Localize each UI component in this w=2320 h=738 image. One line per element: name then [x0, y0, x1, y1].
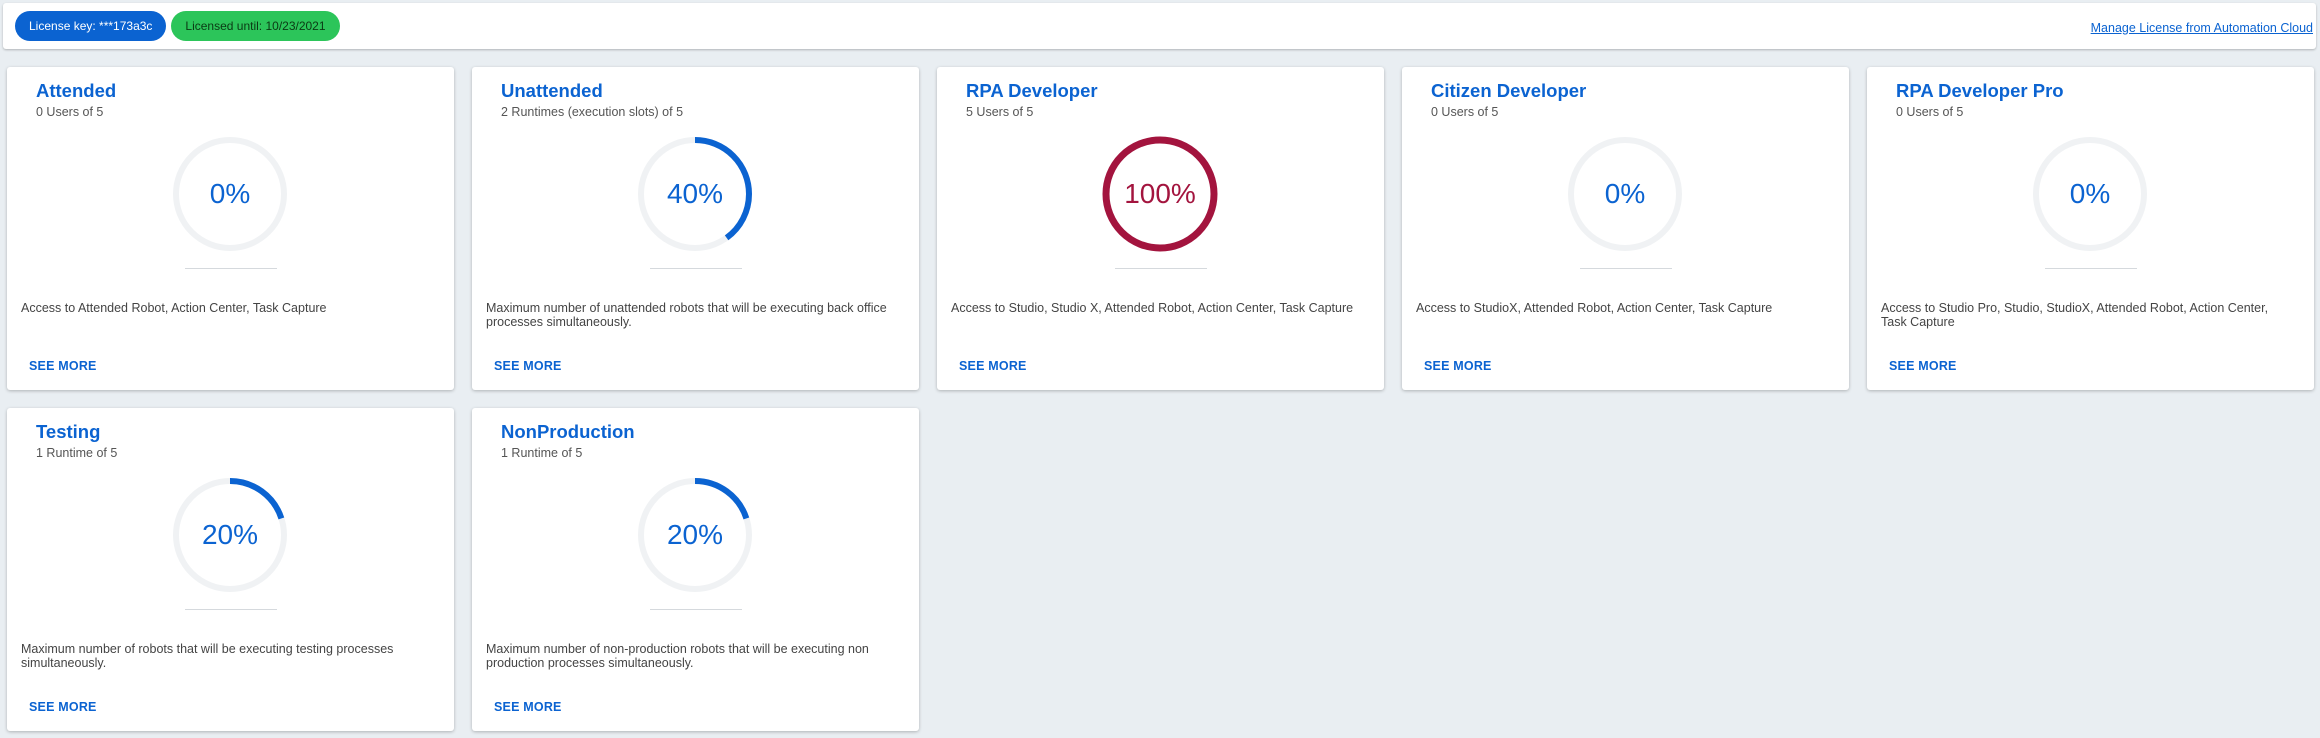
- usage-percent: 20%: [666, 519, 724, 550]
- card-title: NonProduction: [501, 421, 635, 442]
- divider: [650, 609, 742, 610]
- license-card-nonproduction: NonProduction 1 Runtime of 5 20% Maximum nu…: [472, 408, 919, 731]
- card-usage-count: 0 Users of 5: [1896, 105, 1964, 119]
- usage-percent: 100%: [1124, 178, 1196, 209]
- see-more-link[interactable]: SEE MORE: [959, 359, 1027, 373]
- card-title: Unattended: [501, 80, 603, 101]
- see-more-link[interactable]: SEE MORE: [494, 700, 562, 714]
- divider: [1580, 268, 1672, 269]
- license-card-testing: Testing 1 Runtime of 5 20% Maximum number o…: [7, 408, 454, 731]
- card-usage-count: 0 Users of 5: [36, 105, 104, 119]
- see-more-link[interactable]: SEE MORE: [1889, 359, 1957, 373]
- card-usage-count: 2 Runtimes (execution slots) of 5: [501, 105, 684, 119]
- card-description: Access to Studio, Studio X, Attended Rob…: [951, 301, 1354, 315]
- usage-gauge: 0%: [2030, 134, 2150, 254]
- licensed-until-badge: Licensed until: 10/23/2021: [171, 11, 340, 41]
- card-title: RPA Developer: [966, 80, 1098, 101]
- card-usage-count: 0 Users of 5: [1431, 105, 1499, 119]
- card-title: Attended: [36, 80, 117, 101]
- see-more-link[interactable]: SEE MORE: [494, 359, 562, 373]
- card-description: Maximum number of robots that will be ex…: [21, 642, 394, 670]
- card-title: Citizen Developer: [1431, 80, 1587, 101]
- usage-percent: 0%: [2069, 178, 2111, 209]
- usage-gauge: 40%: [635, 134, 755, 254]
- divider: [1115, 268, 1207, 269]
- usage-percent: 40%: [666, 178, 724, 209]
- card-title: RPA Developer Pro: [1896, 80, 2064, 101]
- license-card-unattended: Unattended 2 Runtimes (execution slots) o…: [472, 67, 919, 390]
- card-usage-count: 1 Runtime of 5: [501, 446, 583, 460]
- divider: [650, 268, 742, 269]
- divider: [2045, 268, 2137, 269]
- usage-gauge: 20%: [170, 475, 290, 595]
- license-card-rpa-developer: RPA Developer 5 Users of 5 100% Access to S…: [937, 67, 1384, 390]
- license-header: License key: ***173a3c Licensed until: 1…: [3, 3, 2316, 49]
- see-more-link[interactable]: SEE MORE: [29, 359, 97, 373]
- license-card-attended: Attended 0 Users of 5 0% Access to Attended…: [7, 67, 454, 390]
- usage-percent: 20%: [201, 519, 259, 550]
- license-cards-grid: Attended 0 Users of 5 0% Access to Attended…: [7, 67, 2314, 731]
- license-key-badge: License key: ***173a3c: [15, 11, 167, 41]
- divider: [185, 268, 277, 269]
- card-description: Maximum number of non-production robots …: [486, 642, 869, 670]
- card-usage-count: 1 Runtime of 5: [36, 446, 118, 460]
- usage-percent: 0%: [209, 178, 251, 209]
- usage-gauge: 20%: [635, 475, 755, 595]
- card-usage-count: 5 Users of 5: [966, 105, 1034, 119]
- divider: [185, 609, 277, 610]
- usage-gauge: 0%: [1565, 134, 1685, 254]
- card-description: Access to StudioX, Attended Robot, Actio…: [1416, 301, 1773, 315]
- license-card-citizen-developer: Citizen Developer 0 Users of 5 0% Access to…: [1402, 67, 1849, 390]
- license-card-rpa-developer-pro: RPA Developer Pro 0 Users of 5 0% Access to…: [1867, 67, 2314, 390]
- card-description: Access to Studio Pro, Studio, StudioX, A…: [1881, 301, 2269, 329]
- card-description: Maximum number of unattended robots that…: [486, 301, 887, 329]
- usage-gauge: 100%: [1100, 134, 1220, 254]
- manage-license-link[interactable]: Manage License from Automation Cloud: [2091, 21, 2313, 35]
- card-description: Access to Attended Robot, Action Center,…: [21, 301, 327, 315]
- card-title: Testing: [36, 421, 101, 442]
- usage-gauge: 0%: [170, 134, 290, 254]
- see-more-link[interactable]: SEE MORE: [1424, 359, 1492, 373]
- usage-percent: 0%: [1604, 178, 1646, 209]
- see-more-link[interactable]: SEE MORE: [29, 700, 97, 714]
